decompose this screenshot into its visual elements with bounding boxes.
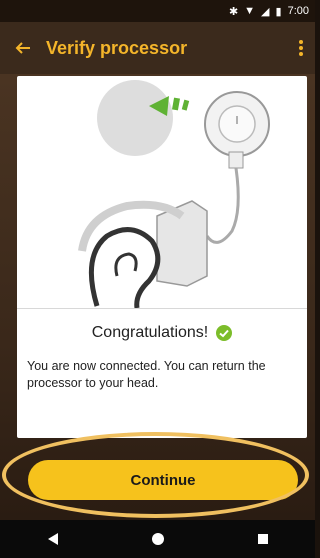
connection-card: Congratulations! You are now connected. …: [17, 76, 307, 438]
status-bar: ✱ ▼ ◢ ▮ 7:00: [0, 0, 315, 22]
check-circle-icon: [216, 325, 233, 341]
app-bar: Verify processor: [0, 22, 315, 74]
overflow-menu-button[interactable]: [287, 22, 315, 74]
nav-back-button[interactable]: [33, 520, 73, 558]
system-nav-bar: [0, 520, 315, 558]
more-vert-icon: [299, 40, 303, 56]
processor-illustration: [78, 80, 270, 308]
highlight-ring: [2, 432, 309, 518]
battery-icon: ▮: [275, 5, 282, 18]
nav-home-button[interactable]: [138, 520, 178, 558]
connection-message: You are now connected. You can return th…: [27, 359, 266, 390]
card-divider: [17, 308, 307, 309]
page-title: Verify processor: [46, 37, 188, 58]
circle-home-icon: [151, 533, 164, 545]
back-button[interactable]: [0, 22, 46, 74]
congratulations-heading: Congratulations!: [91, 324, 209, 341]
bluetooth-icon: ✱: [228, 5, 239, 18]
triangle-back-icon: [47, 533, 58, 545]
wifi-icon: ▼: [244, 5, 256, 17]
nav-recents-button[interactable]: [243, 520, 283, 558]
status-time: 7:00: [287, 5, 309, 17]
square-recents-icon: [257, 534, 268, 544]
arrow-left-icon: [15, 42, 30, 54]
heading-row: Congratulations!: [17, 322, 307, 344]
signal-icon: ◢: [261, 5, 270, 18]
